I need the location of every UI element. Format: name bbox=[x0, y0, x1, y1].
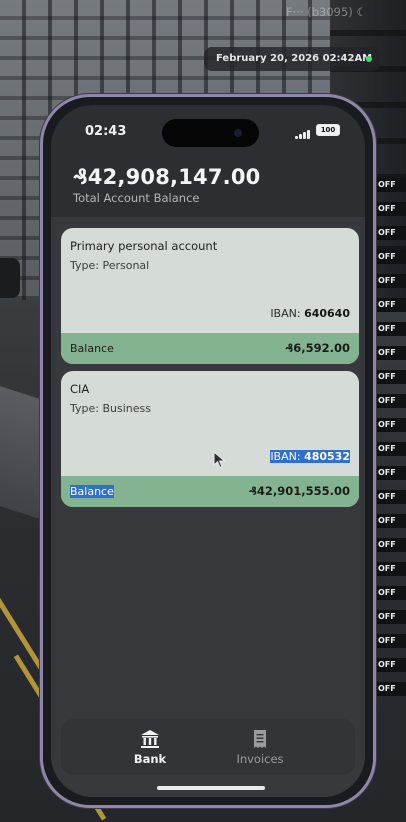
home-indicator[interactable] bbox=[157, 786, 265, 790]
off-tag: OFF bbox=[375, 178, 406, 192]
account-iban[interactable]: IBAN: 480532 bbox=[270, 450, 350, 463]
status-bar: 02:43 100 bbox=[51, 105, 365, 155]
off-tag: OFF bbox=[375, 274, 406, 288]
accounts-panel: Primary personal account Type: Personal … bbox=[51, 217, 365, 797]
off-tag: OFF bbox=[375, 394, 406, 408]
mouse-cursor-icon bbox=[213, 451, 226, 469]
off-tags: OFF OFF OFF OFF OFF OFF OFF OFF OFF OFF … bbox=[375, 178, 406, 706]
tab-label: Bank bbox=[133, 752, 167, 766]
off-tag: OFF bbox=[375, 634, 406, 648]
player-id-overlay: F··· (b3095) ☾ bbox=[286, 5, 367, 19]
off-tag: OFF bbox=[375, 370, 406, 384]
iban-value: 480532 bbox=[304, 450, 350, 463]
dynamic-island bbox=[162, 119, 259, 147]
datetime-text: February 20, 2026 02:42AM bbox=[216, 53, 373, 64]
account-name: Primary personal account bbox=[70, 239, 218, 253]
datetime-overlay: February 20, 2026 02:42AM bbox=[204, 47, 380, 71]
phone-frame: 02:43 100 ₰42,908,147.00 Total Account B… bbox=[40, 94, 376, 808]
off-tag: OFF bbox=[375, 538, 406, 552]
off-tag: OFF bbox=[375, 202, 406, 216]
off-tag: OFF bbox=[375, 562, 406, 576]
phone-screen: 02:43 100 ₰42,908,147.00 Total Account B… bbox=[51, 105, 365, 797]
moon-icon: ☾ bbox=[356, 5, 367, 19]
online-status-dot bbox=[366, 56, 372, 62]
bottom-tab-bar: Bank Invoices bbox=[61, 719, 355, 775]
tab-bank[interactable]: Bank bbox=[95, 719, 205, 775]
battery-icon: 100 bbox=[316, 124, 340, 136]
account-type: Type: Personal bbox=[70, 259, 150, 272]
bank-icon bbox=[141, 730, 159, 748]
iban-label: IBAN: bbox=[270, 450, 301, 463]
total-balance-label: Total Account Balance bbox=[73, 191, 200, 205]
balance-label: Balance bbox=[70, 342, 114, 355]
off-tag: OFF bbox=[375, 226, 406, 240]
balance-value: ₰6,592.00 bbox=[285, 341, 350, 355]
camera-icon bbox=[234, 129, 242, 137]
signal-icon bbox=[295, 129, 313, 139]
off-tag: OFF bbox=[375, 250, 406, 264]
off-tag: OFF bbox=[375, 658, 406, 672]
off-tag: OFF bbox=[375, 514, 406, 528]
iban-label: IBAN: bbox=[270, 307, 301, 320]
tab-invoices[interactable]: Invoices bbox=[205, 719, 315, 775]
off-tag: OFF bbox=[375, 418, 406, 432]
balance-label: Balance bbox=[70, 485, 114, 498]
account-card-primary[interactable]: Primary personal account Type: Personal … bbox=[61, 228, 359, 364]
off-tag: OFF bbox=[375, 442, 406, 456]
account-name: CIA bbox=[70, 382, 90, 396]
parked-car bbox=[0, 258, 20, 298]
off-tag: OFF bbox=[375, 322, 406, 336]
off-tag: OFF bbox=[375, 346, 406, 360]
off-tag: OFF bbox=[375, 586, 406, 600]
balance-bar: Balance ₰6,592.00 bbox=[61, 333, 359, 364]
off-tag: OFF bbox=[375, 490, 406, 504]
off-tag: OFF bbox=[375, 610, 406, 624]
balance-value: ₰42,901,555.00 bbox=[248, 484, 350, 498]
balance-bar: Balance ₰42,901,555.00 bbox=[61, 476, 359, 507]
account-card-cia[interactable]: CIA Type: Business IBAN: 480532 Balance … bbox=[61, 371, 359, 507]
off-tag: OFF bbox=[375, 466, 406, 480]
account-iban[interactable]: IBAN: 640640 bbox=[270, 307, 350, 320]
total-balance-value: ₰42,908,147.00 bbox=[73, 165, 261, 189]
status-clock: 02:43 bbox=[85, 124, 127, 139]
player-id-text: F··· (b3095) bbox=[286, 5, 353, 19]
account-type: Type: Business bbox=[70, 402, 151, 415]
receipt-icon bbox=[254, 730, 266, 748]
off-tag: OFF bbox=[375, 298, 406, 312]
iban-value: 640640 bbox=[304, 307, 350, 320]
off-tag: OFF bbox=[375, 682, 406, 696]
tab-label: Invoices bbox=[236, 752, 284, 766]
